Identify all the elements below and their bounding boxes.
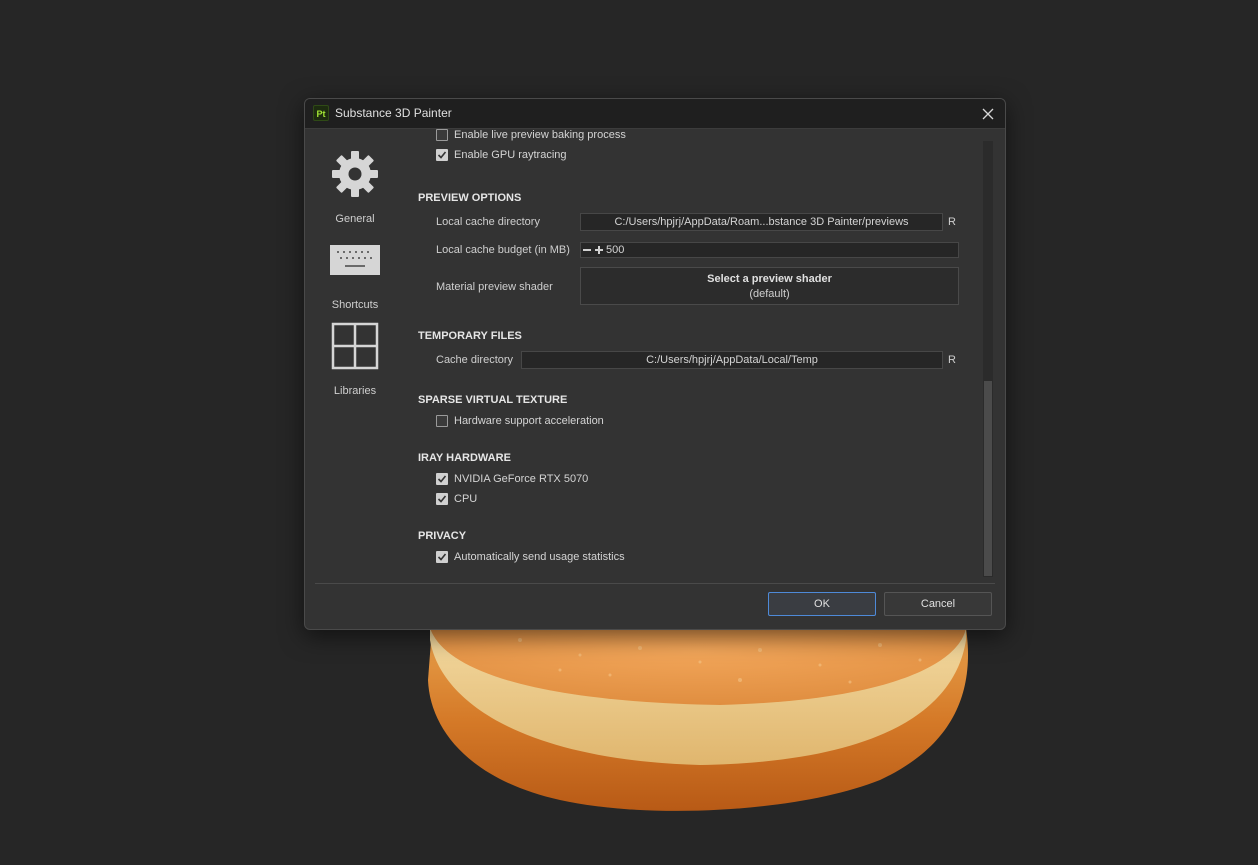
material-preview-shader-label: Material preview shader [436, 281, 553, 293]
sidebar-item-general[interactable]: General [305, 149, 405, 229]
checkbox [436, 415, 448, 427]
local-cache-budget-stepper[interactable]: 500 [580, 242, 959, 258]
cache-directory-field[interactable]: C:/Users/hpjrj/AppData/Local/Temp [521, 351, 943, 369]
iray-cpu-checkbox[interactable]: CPU [436, 492, 477, 506]
decrement-button[interactable] [581, 243, 593, 257]
sidebar: General Shortcuts Libraries [305, 129, 405, 584]
keyboard-icon [330, 245, 380, 275]
increment-button[interactable] [593, 243, 605, 257]
sidebar-item-label: General [335, 213, 375, 225]
footer-divider [315, 583, 995, 584]
checkmark-icon [437, 475, 447, 483]
title-bar[interactable]: Pt Substance 3D Painter [305, 99, 1005, 129]
section-title-sparse-virtual-texture: SPARSE VIRTUAL TEXTURE [418, 394, 568, 406]
live-preview-baking-checkbox[interactable]: Enable live preview baking process [436, 129, 626, 142]
section-title-iray-hardware: IRAY HARDWARE [418, 452, 511, 464]
local-cache-directory-reset[interactable]: R [948, 216, 956, 228]
shader-button-title: Select a preview shader [707, 273, 832, 285]
grid-icon [331, 322, 379, 370]
close-button[interactable] [971, 99, 1005, 128]
cancel-button[interactable]: Cancel [884, 592, 992, 616]
window-title: Substance 3D Painter [335, 106, 452, 120]
local-cache-directory-label: Local cache directory [436, 216, 540, 228]
hardware-acceleration-checkbox[interactable]: Hardware support acceleration [436, 414, 604, 428]
sidebar-item-label: Libraries [333, 385, 377, 397]
iray-gpu-checkbox[interactable]: NVIDIA GeForce RTX 5070 [436, 472, 588, 486]
select-preview-shader-button[interactable]: Select a preview shader (default) [580, 267, 959, 305]
section-title-preview-options: PREVIEW OPTIONS [418, 192, 522, 204]
minus-icon [583, 249, 591, 251]
cache-directory-reset[interactable]: R [948, 354, 956, 366]
checkmark-icon [437, 553, 447, 561]
cache-budget-value[interactable]: 500 [606, 244, 624, 256]
checkbox [436, 149, 448, 161]
checkmark-icon [437, 151, 447, 159]
sidebar-item-libraries[interactable]: Libraries [305, 321, 405, 401]
local-cache-directory-field[interactable]: C:/Users/hpjrj/AppData/Roam...bstance 3D… [580, 213, 943, 231]
section-title-temporary-files: TEMPORARY FILES [418, 330, 522, 342]
section-title-privacy: PRIVACY [418, 530, 467, 542]
scrollbar-thumb[interactable] [984, 381, 992, 576]
vertical-scrollbar[interactable] [983, 141, 993, 577]
usage-statistics-checkbox[interactable]: Automatically send usage statistics [436, 550, 625, 564]
preferences-dialog: Pt Substance 3D Painter General Shortcut… [304, 98, 1006, 630]
checkbox [436, 551, 448, 563]
checkbox [436, 473, 448, 485]
sidebar-item-shortcuts[interactable]: Shortcuts [305, 235, 405, 315]
checkmark-icon [437, 495, 447, 503]
shader-button-default: (default) [749, 288, 790, 300]
ok-button[interactable]: OK [768, 592, 876, 616]
plus-icon [595, 246, 603, 254]
gpu-raytracing-row[interactable]: Enable GPU raytracing [436, 148, 567, 162]
local-cache-budget-label: Local cache budget (in MB) [436, 244, 570, 256]
app-logo-icon: Pt [313, 105, 329, 121]
sidebar-item-label: Shortcuts [331, 299, 379, 311]
close-icon [982, 108, 994, 119]
gear-icon [332, 151, 378, 197]
cache-directory-label: Cache directory [436, 354, 514, 366]
checkbox [436, 493, 448, 505]
settings-content: Enable live preview baking process Enabl… [405, 129, 983, 581]
checkbox [436, 129, 448, 141]
